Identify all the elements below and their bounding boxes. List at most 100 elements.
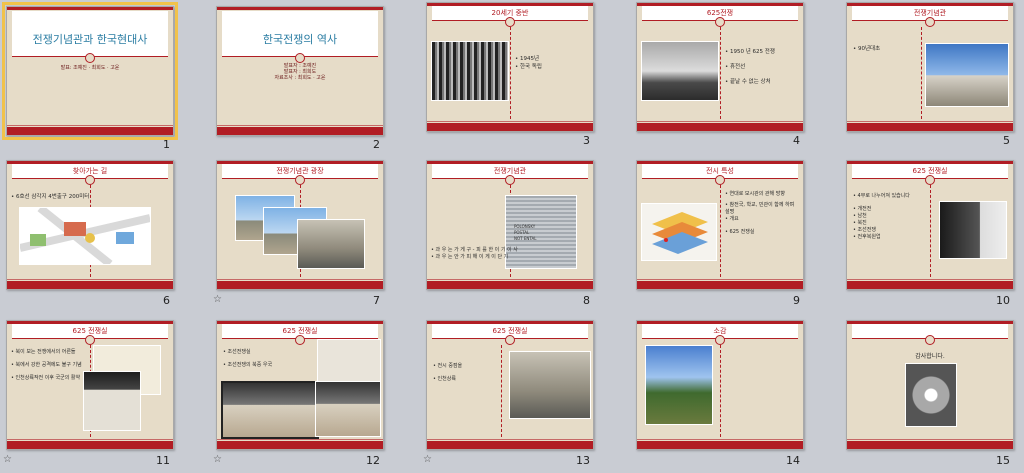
bullet-item: 조선전쟁의 북중 우국 [223,362,273,369]
slide-number: 8 [583,294,590,307]
slide-12[interactable]: 625 전쟁실 조선전쟁실 조선전쟁의 북중 우국 [216,320,384,450]
slide-bullets: 6호선 삼각지 4번출구 200미터 [11,193,89,201]
slide-1[interactable]: 전쟁기념관과 한국현대사 발표: 조예진 · 최희도 · 고윤 [2,2,178,140]
slide-sorter: 전쟁기념관과 한국현대사 발표: 조예진 · 최희도 · 고윤 1 한국전쟁의 … [0,0,1024,473]
slide-thumbnail-8[interactable]: 전쟁기념관 POLONSKY POSTAL NOT ENTAL 과 우 는 가 … [426,160,594,290]
bullet-item: 6호선 삼각지 4번출구 200미터 [11,193,89,201]
slide-bullets: 1950 년 625 전쟁 휴전선 끝날 수 없는 상처 [725,45,775,90]
slide-10[interactable]: 625 전쟁실 4부로 나누어져 있습니다 개전전 남천 북진 조선전쟁 전후복… [846,160,1014,290]
slide-thumbnail-2[interactable]: 한국전쟁의 역사 발표자 : 조예진 발표자 : 최희도 자료조사 : 최희도 … [216,6,384,136]
column-divider [720,185,721,277]
uniform-display-photo [317,339,381,387]
crowd-photo [431,41,509,101]
slide-footer-band [637,439,803,449]
slide-title-box: 전쟁기념관과 한국현대사 [12,11,168,57]
corridor-photo [905,363,957,427]
title-divider-circle [505,175,515,185]
bullet-item: 과 우 는 안 가 피 해 이 게 이 단 기 [431,254,518,261]
title-divider-circle [925,17,935,27]
bullet-item: 개전전 [853,206,910,213]
slide-number: 5 [1003,134,1010,147]
transition-star-icon: ☆ [213,294,222,305]
slide-9[interactable]: 전시 특성 연대로 모시관의 관해 방향 참전국, 학교, 민관이 함께 하며 … [636,160,804,290]
slide-thumbnail-6[interactable]: 찾아가는 길 6호선 삼각지 4번출구 200미터 [6,160,174,290]
slide-number: 7 [373,294,380,307]
title-divider-circle [295,175,305,185]
bullet-item: 90년대초 [853,45,880,53]
slide-footer-band [217,125,383,135]
slide-thumbnail-7[interactable]: 전쟁기념관 광장 [216,160,384,290]
slide-15[interactable]: 감사합니다. [846,320,1014,450]
slide-bullets: 조선전쟁실 조선전쟁의 북중 우국 [223,349,273,369]
slide-title-box: 한국전쟁의 역사 [222,11,378,57]
bullet-item: 4부로 나누어져 있습니다 [853,193,910,200]
bullet-item: 남천 [853,213,910,220]
column-divider [921,27,922,119]
slide-thumbnail-5[interactable]: 전쟁기념관 90년대초 [846,2,1014,132]
slide-13[interactable]: 625 전쟁실 전시 중점을 인천상륙 [426,320,594,450]
slide-4[interactable]: 625전쟁 1950 년 625 전쟁 휴전선 끝날 수 없는 상처 [636,2,804,132]
slide-bullets: 전시 중점을 인천상륙 [433,363,463,383]
slide-number: 13 [576,454,590,467]
slide-thumbnail-12[interactable]: 625 전쟁실 조선전쟁실 조선전쟁의 북중 우국 [216,320,384,450]
slide-thumbnail-13[interactable]: 625 전쟁실 전시 중점을 인천상륙 [426,320,594,450]
slide-subtitle: 발표: 조예진 · 최희도 · 고윤 [60,65,120,71]
title-divider-circle [505,17,515,27]
slide-5[interactable]: 전쟁기념관 90년대초 [846,2,1014,132]
slide-bullets: 4부로 나누어져 있습니다 개전전 남천 북진 조선전쟁 전후복원업 [853,193,910,241]
slide-footer-band [7,279,173,289]
slide-footer-band [847,439,1013,449]
transition-star-icon: ☆ [3,454,12,465]
slide-thumbnail-3[interactable]: 20세기 중반 1945년 한국 독립 [426,2,594,132]
slide-8[interactable]: 전쟁기념관 POLONSKY POSTAL NOT ENTAL 과 우 는 가 … [426,160,594,290]
slide-number: 9 [793,294,800,307]
slide-number: 14 [786,454,800,467]
bullet-item: 개요 [725,216,799,223]
title-divider-circle [715,175,725,185]
floor-plan-diagram [641,203,717,261]
bullet-item: 625 전쟁실 [725,229,799,236]
uniform-exhibit-photo [315,381,381,437]
title-divider-circle [85,335,95,345]
slide-title: 전쟁기념관과 한국현대사 [32,33,148,46]
exhibit-text-photo [83,371,141,431]
exhibit-hall-photo [939,201,1007,259]
column-divider [930,185,931,277]
slide-2[interactable]: 한국전쟁의 역사 발표자 : 조예진 발표자 : 최희도 자료조사 : 최희도 … [216,6,384,136]
bullet-item: 휴전선 [725,60,775,75]
slide-footer-band [427,279,593,289]
map-illustration [20,208,150,264]
bullet-item: 연대로 모시관의 관해 방향 [725,191,799,198]
slide-3[interactable]: 20세기 중반 1945년 한국 독립 [426,2,594,132]
bullet-item: 전후복원업 [853,234,910,241]
column-divider [510,27,511,119]
slide-subtitle-line: 자료조사 : 최희도 · 고윤 [274,75,326,81]
bullet-item: 북에서 강한 공격에도 불구 기념 [11,362,83,369]
slide-11[interactable]: 625 전쟁실 북이 보는 전쟁에서의 어른들 북에서 강한 공격에도 불구 기… [6,320,174,450]
bullet-item: 1945년 [515,55,542,63]
bullet-item: 조선전쟁 [853,227,910,234]
slide-footer-band [427,121,593,131]
slide-thumbnail-14[interactable]: 소감 [636,320,804,450]
slide-footer-band [637,279,803,289]
slide-thumbnail-11[interactable]: 625 전쟁실 북이 보는 전쟁에서의 어른들 북에서 강한 공격에도 불구 기… [6,320,174,450]
bullet-item: 북진 [853,220,910,227]
slide-thumbnail-10[interactable]: 625 전쟁실 4부로 나누어져 있습니다 개전전 남천 북진 조선전쟁 전후복… [846,160,1014,290]
slide-7[interactable]: 전쟁기념관 광장 [216,160,384,290]
bullet-item: 한국 독립 [515,63,542,71]
slide-thumbnail-9[interactable]: 전시 특성 연대로 모시관의 관해 방향 참전국, 학교, 민관이 함께 하며 … [636,160,804,290]
bullet-item: 조선전쟁실 [223,349,272,356]
slide-6[interactable]: 찾아가는 길 6호선 삼각지 4번출구 200미터 [6,160,174,290]
slide-thumbnail-4[interactable]: 625전쟁 1950 년 625 전쟁 휴전선 끝날 수 없는 상처 [636,2,804,132]
slide-number: 2 [373,138,380,151]
slide-footer-band [217,279,383,289]
slide-bullets: 북이 보는 전쟁에서의 어른들 북에서 강한 공격에도 불구 기념 인천상륙작전… [11,349,83,382]
title-divider-circle [925,335,935,345]
slide-14[interactable]: 소감 [636,320,804,450]
slide-number: 11 [156,454,170,467]
slide-top-band [217,7,383,10]
column-divider [720,27,721,119]
slide-thumbnail-15[interactable]: 감사합니다. [846,320,1014,450]
slide-thumbnail-1[interactable]: 전쟁기념관과 한국현대사 발표: 조예진 · 최희도 · 고윤 [2,2,178,140]
title-divider-circle [925,175,935,185]
